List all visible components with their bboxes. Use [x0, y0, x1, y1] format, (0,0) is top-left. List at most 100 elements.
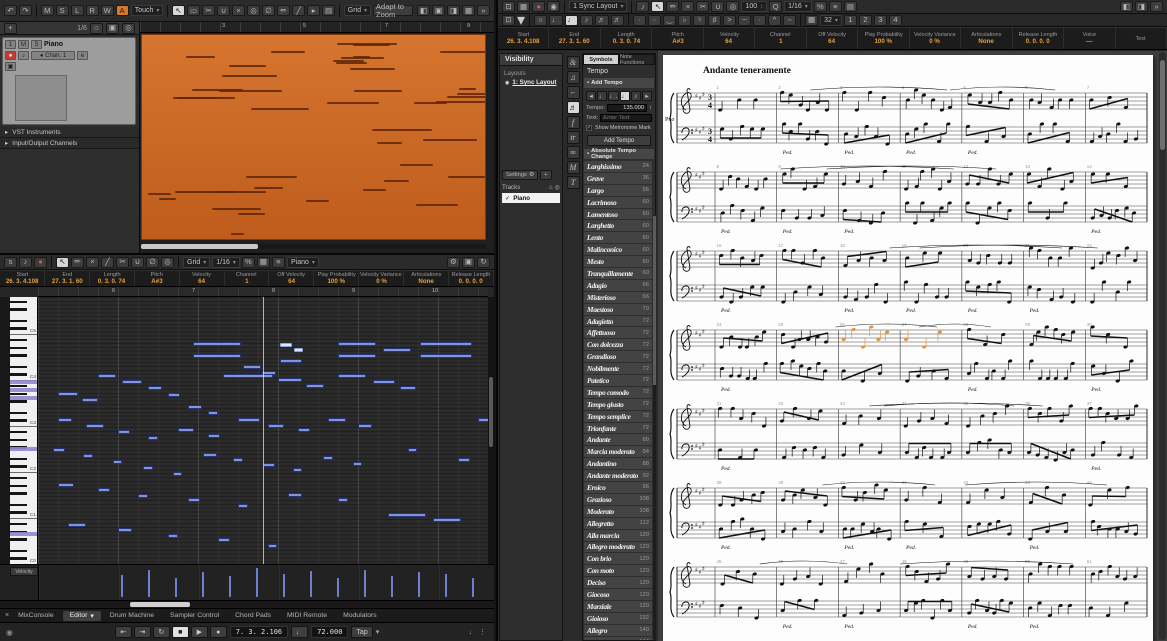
select-tool-icon[interactable]: ↖ — [56, 256, 69, 268]
midi-part-piano[interactable] — [141, 34, 486, 240]
solo-editor-icon[interactable]: s — [4, 256, 17, 268]
tempo-list-item[interactable]: Eroico 96 — [584, 482, 652, 493]
tempo-list-item[interactable]: Tranquillamente 60 — [584, 268, 652, 279]
midi-note[interactable] — [243, 365, 261, 369]
score-system[interactable]: ♯♯♯♯♯♯38 39 40 41 42 43 44Ped. Ped. Ped. Ped. — [665, 474, 1151, 550]
right-zone-icon[interactable]: ◨ — [446, 5, 460, 16]
midi-note[interactable] — [383, 348, 411, 352]
home-icon[interactable]: ⌂ — [549, 184, 553, 191]
tempo-list-item[interactable]: Malinconico 60 — [584, 244, 652, 256]
midi-note[interactable] — [358, 424, 372, 428]
midi-note[interactable] — [98, 488, 110, 492]
info-field-value[interactable]: 27. 3. 1. 60 — [559, 38, 590, 45]
midi-note[interactable] — [388, 513, 426, 517]
track-name[interactable]: Piano — [44, 41, 63, 48]
midi-note[interactable] — [148, 386, 162, 390]
trim-tool-icon[interactable]: ╱ — [101, 256, 114, 268]
tempo-list-item[interactable]: Misterioso 66 — [584, 291, 652, 303]
midi-note[interactable] — [298, 428, 310, 432]
lower-zone-tab-drum-machine[interactable]: Drum Machine — [103, 611, 161, 620]
state-button-m[interactable]: M — [40, 5, 54, 16]
state-button-l[interactable]: L — [70, 5, 84, 16]
dock-left-icon[interactable]: ◧ — [1119, 1, 1133, 12]
chevron-down-icon[interactable]: ▾ — [312, 259, 315, 266]
velocity-lane-label[interactable]: Velocity — [10, 567, 38, 576]
midi-note[interactable] — [168, 393, 180, 397]
tempo-list-item[interactable]: Maestoso 70 — [584, 303, 652, 315]
info-icon[interactable]: ◉ — [547, 1, 561, 12]
symbols-tab-symbols[interactable]: Symbols — [583, 54, 619, 65]
lower-zone-tab-chord-pads[interactable]: Chord Pads — [228, 611, 278, 620]
midi-note[interactable] — [478, 418, 488, 422]
tempo-list-item[interactable]: Grandioso 72 — [584, 351, 652, 363]
midi-note[interactable] — [278, 378, 302, 382]
flat-icon[interactable]: ♭ — [678, 14, 692, 26]
half-note-icon[interactable]: ♩ — [549, 14, 563, 26]
mute-button[interactable]: M — [18, 40, 29, 49]
black-key[interactable] — [10, 354, 27, 357]
tempo-list-item[interactable]: Mesto 60 — [584, 256, 652, 268]
tempo-list-item[interactable]: Con moto 120 — [584, 565, 652, 577]
zoom-tool-icon[interactable]: ◎ — [161, 256, 174, 268]
next-value-icon[interactable]: ▸ — [641, 91, 653, 101]
midi-note[interactable] — [338, 354, 376, 358]
chevron-down-icon[interactable]: ▾ — [364, 7, 367, 14]
piano-key-octave[interactable]: C5 — [10, 297, 37, 335]
clef-palette-icon[interactable]: & — [566, 56, 580, 69]
midi-note[interactable] — [203, 453, 217, 457]
info-field-value[interactable]: None — [979, 38, 994, 45]
midi-note[interactable] — [82, 398, 98, 402]
black-key[interactable] — [10, 484, 27, 488]
black-key[interactable] — [10, 549, 27, 553]
key-editor-hscrollbar[interactable] — [0, 600, 494, 608]
settings-button[interactable]: Settings ⚙ — [502, 170, 539, 180]
info-field-value[interactable]: None — [418, 278, 433, 285]
glasses-palette-icon[interactable]: ∞ — [566, 146, 580, 159]
midi-note[interactable] — [353, 462, 362, 466]
grid-type-selector[interactable]: Grid ▾ — [343, 5, 372, 16]
black-key[interactable] — [10, 411, 27, 415]
black-key[interactable] — [10, 503, 27, 507]
chevron-down-icon[interactable]: ▾ — [203, 259, 206, 266]
show-metronome-checkbox[interactable]: ✓ — [586, 125, 592, 131]
info-field-value[interactable]: 64 — [198, 278, 205, 285]
more-icon[interactable]: ⋮ — [479, 628, 486, 636]
quantize-selector[interactable]: 1/16 ▾ — [784, 1, 812, 12]
midi-note[interactable] — [338, 374, 366, 378]
project-hscroll-thumb[interactable] — [141, 244, 259, 249]
play-tool-icon[interactable]: ▸ — [307, 5, 321, 16]
tempo-list-item[interactable]: Allegretto 112 — [584, 517, 652, 529]
expand-icon[interactable]: » — [476, 5, 490, 16]
score-system[interactable]: ♯♯♯♯♯♯3344Pno1 2 3 4 5 6 7Ped. Ped. Ped. Ped. — [665, 79, 1151, 155]
tempo-list-item[interactable]: Allegro moderato 120 — [584, 541, 652, 553]
stop-button[interactable]: ■ — [171, 626, 189, 638]
goto-start-button[interactable]: ⇤ — [114, 626, 132, 638]
metronome-icon[interactable]: ♩ — [291, 626, 309, 638]
midi-note[interactable] — [118, 528, 132, 532]
midi-note[interactable] — [98, 374, 116, 378]
chevron-down-icon[interactable]: ▾ — [805, 3, 808, 10]
midi-note[interactable] — [168, 534, 178, 538]
velocity-stem[interactable] — [229, 576, 231, 597]
transport-tempo[interactable]: 72.000 — [311, 626, 349, 638]
meter-icon[interactable]: ≡ — [828, 1, 842, 12]
quarter-note-icon[interactable]: ♩ — [564, 14, 579, 26]
zoom-tracks-icon[interactable]: ◎ — [122, 22, 135, 34]
note-palette-icon[interactable]: ♫ — [566, 71, 580, 84]
half-value-icon[interactable]: ♩ — [597, 91, 608, 101]
left-zone-icon[interactable]: ◧ — [416, 5, 430, 16]
add-layout-button[interactable]: + — [540, 170, 552, 180]
info-field-value[interactable]: 0. 3. 0. 74 — [612, 38, 639, 45]
black-key[interactable] — [10, 557, 27, 560]
marker-palette-icon[interactable]: M — [566, 161, 580, 174]
mute-tool-icon[interactable]: ∅ — [262, 5, 276, 16]
play-button[interactable]: ▶ — [190, 626, 208, 638]
midi-note[interactable] — [338, 498, 348, 502]
key-editor-ruler[interactable]: 6 7 8 9 10 — [38, 287, 488, 297]
tempo-list-item[interactable]: Con brio 120 — [584, 553, 652, 565]
tempo-list-item[interactable]: Andantino 88 — [584, 458, 652, 470]
spin-icon[interactable]: ↕ — [649, 105, 652, 111]
draw-tool-icon[interactable]: ✏ — [277, 5, 291, 16]
auto-read-button[interactable]: A — [115, 5, 129, 16]
acoustic-feedback-icon[interactable]: ♪ — [636, 1, 650, 12]
